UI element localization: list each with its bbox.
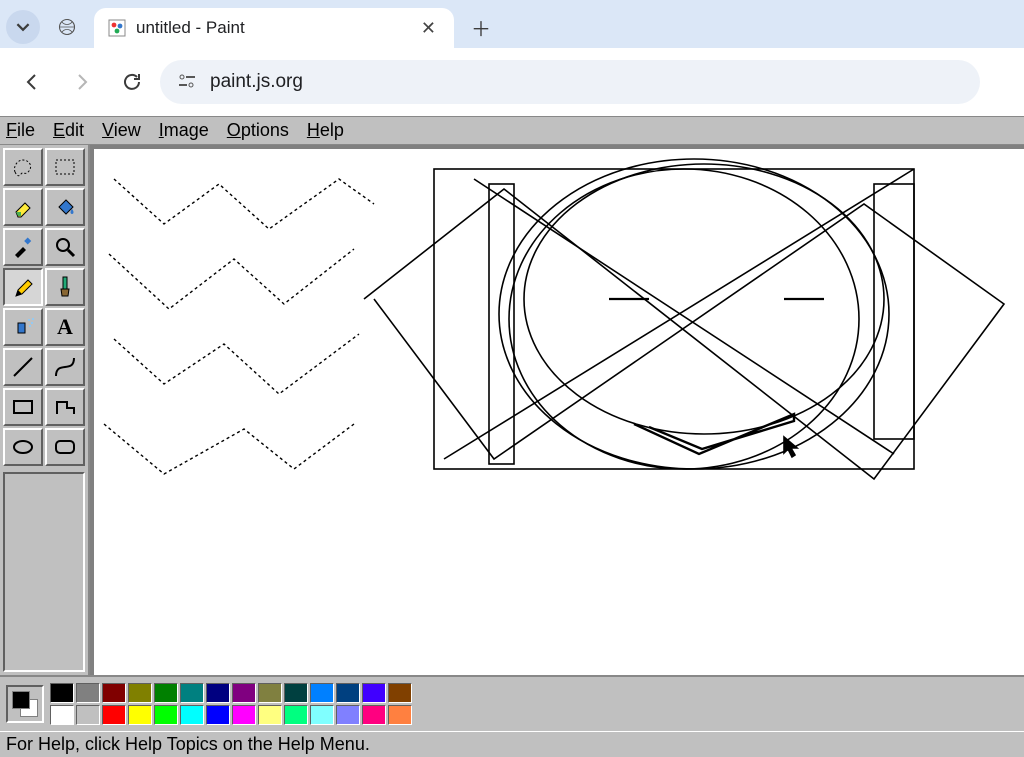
browser-tab-active[interactable]: untitled - Paint ✕ xyxy=(94,8,454,48)
address-bar[interactable]: paint.js.org xyxy=(160,60,980,104)
color-swatch[interactable] xyxy=(154,705,178,725)
tool-pencil[interactable] xyxy=(3,268,43,306)
tool-airbrush[interactable] xyxy=(3,308,43,346)
tab-title: untitled - Paint xyxy=(136,18,245,38)
color-swatch[interactable] xyxy=(206,705,230,725)
color-swatch[interactable] xyxy=(102,683,126,703)
menu-help[interactable]: Help xyxy=(307,120,344,141)
browser-tab-strip: untitled - Paint ✕ ＋ xyxy=(0,0,1024,48)
tab-close-button[interactable]: ✕ xyxy=(415,14,442,43)
menu-file[interactable]: File xyxy=(6,120,35,141)
color-box xyxy=(0,675,1024,731)
tool-rounded-rect[interactable] xyxy=(45,428,85,466)
toolbox: A xyxy=(0,145,90,675)
color-swatch[interactable] xyxy=(128,705,152,725)
color-swatch[interactable] xyxy=(362,683,386,703)
tool-curve[interactable] xyxy=(45,348,85,386)
menu-bar: File Edit View Image Options Help xyxy=(0,117,1024,145)
color-swatch[interactable] xyxy=(102,705,126,725)
new-tab-button[interactable]: ＋ xyxy=(464,10,498,44)
color-swatch[interactable] xyxy=(76,705,100,725)
tool-polygon[interactable] xyxy=(45,388,85,426)
menu-edit[interactable]: Edit xyxy=(53,120,84,141)
color-swatch[interactable] xyxy=(310,705,334,725)
color-swatch[interactable] xyxy=(180,705,204,725)
color-swatch[interactable] xyxy=(76,683,100,703)
paint-favicon xyxy=(108,19,126,37)
status-bar: For Help, click Help Topics on the Help … xyxy=(0,731,1024,757)
tool-free-form-select[interactable] xyxy=(3,148,43,186)
back-button[interactable] xyxy=(10,60,54,104)
color-palette xyxy=(50,683,412,725)
svg-text:A: A xyxy=(57,314,73,339)
color-swatch[interactable] xyxy=(50,683,74,703)
color-swatch[interactable] xyxy=(154,683,178,703)
color-swatch[interactable] xyxy=(206,683,230,703)
tool-fill[interactable] xyxy=(45,188,85,226)
color-swatch[interactable] xyxy=(180,683,204,703)
drawing-canvas[interactable] xyxy=(94,149,1024,675)
canvas-viewport xyxy=(90,145,1024,675)
tool-brush[interactable] xyxy=(45,268,85,306)
tool-magnifier[interactable] xyxy=(45,228,85,266)
forward-button[interactable] xyxy=(60,60,104,104)
pinned-tab-openai[interactable] xyxy=(50,10,84,44)
foreground-color-swatch xyxy=(12,691,30,709)
tool-options-pane xyxy=(3,472,85,672)
color-swatch[interactable] xyxy=(310,683,334,703)
tool-eraser[interactable] xyxy=(3,188,43,226)
status-text: For Help, click Help Topics on the Help … xyxy=(6,734,370,755)
url-text: paint.js.org xyxy=(210,71,303,93)
color-swatch[interactable] xyxy=(336,683,360,703)
color-swatch[interactable] xyxy=(388,705,412,725)
color-swatch[interactable] xyxy=(336,705,360,725)
site-settings-icon[interactable] xyxy=(176,72,198,93)
color-swatch[interactable] xyxy=(232,683,256,703)
tool-eyedropper[interactable] xyxy=(3,228,43,266)
tab-search-button[interactable] xyxy=(6,10,40,44)
reload-button[interactable] xyxy=(110,60,154,104)
tool-ellipse[interactable] xyxy=(3,428,43,466)
color-swatch[interactable] xyxy=(50,705,74,725)
color-swatch[interactable] xyxy=(258,705,282,725)
browser-toolbar: paint.js.org xyxy=(0,48,1024,116)
color-swatch[interactable] xyxy=(128,683,152,703)
menu-view[interactable]: View xyxy=(102,120,141,141)
color-swatch[interactable] xyxy=(232,705,256,725)
current-colors[interactable] xyxy=(6,685,44,723)
menu-options[interactable]: Options xyxy=(227,120,289,141)
color-swatch[interactable] xyxy=(258,683,282,703)
tool-rectangle[interactable] xyxy=(3,388,43,426)
paint-application: File Edit View Image Options Help A xyxy=(0,116,1024,757)
color-swatch[interactable] xyxy=(362,705,386,725)
color-swatch[interactable] xyxy=(284,705,308,725)
tool-text[interactable]: A xyxy=(45,308,85,346)
tool-line[interactable] xyxy=(3,348,43,386)
color-swatch[interactable] xyxy=(388,683,412,703)
menu-image[interactable]: Image xyxy=(159,120,209,141)
tool-rect-select[interactable] xyxy=(45,148,85,186)
color-swatch[interactable] xyxy=(284,683,308,703)
